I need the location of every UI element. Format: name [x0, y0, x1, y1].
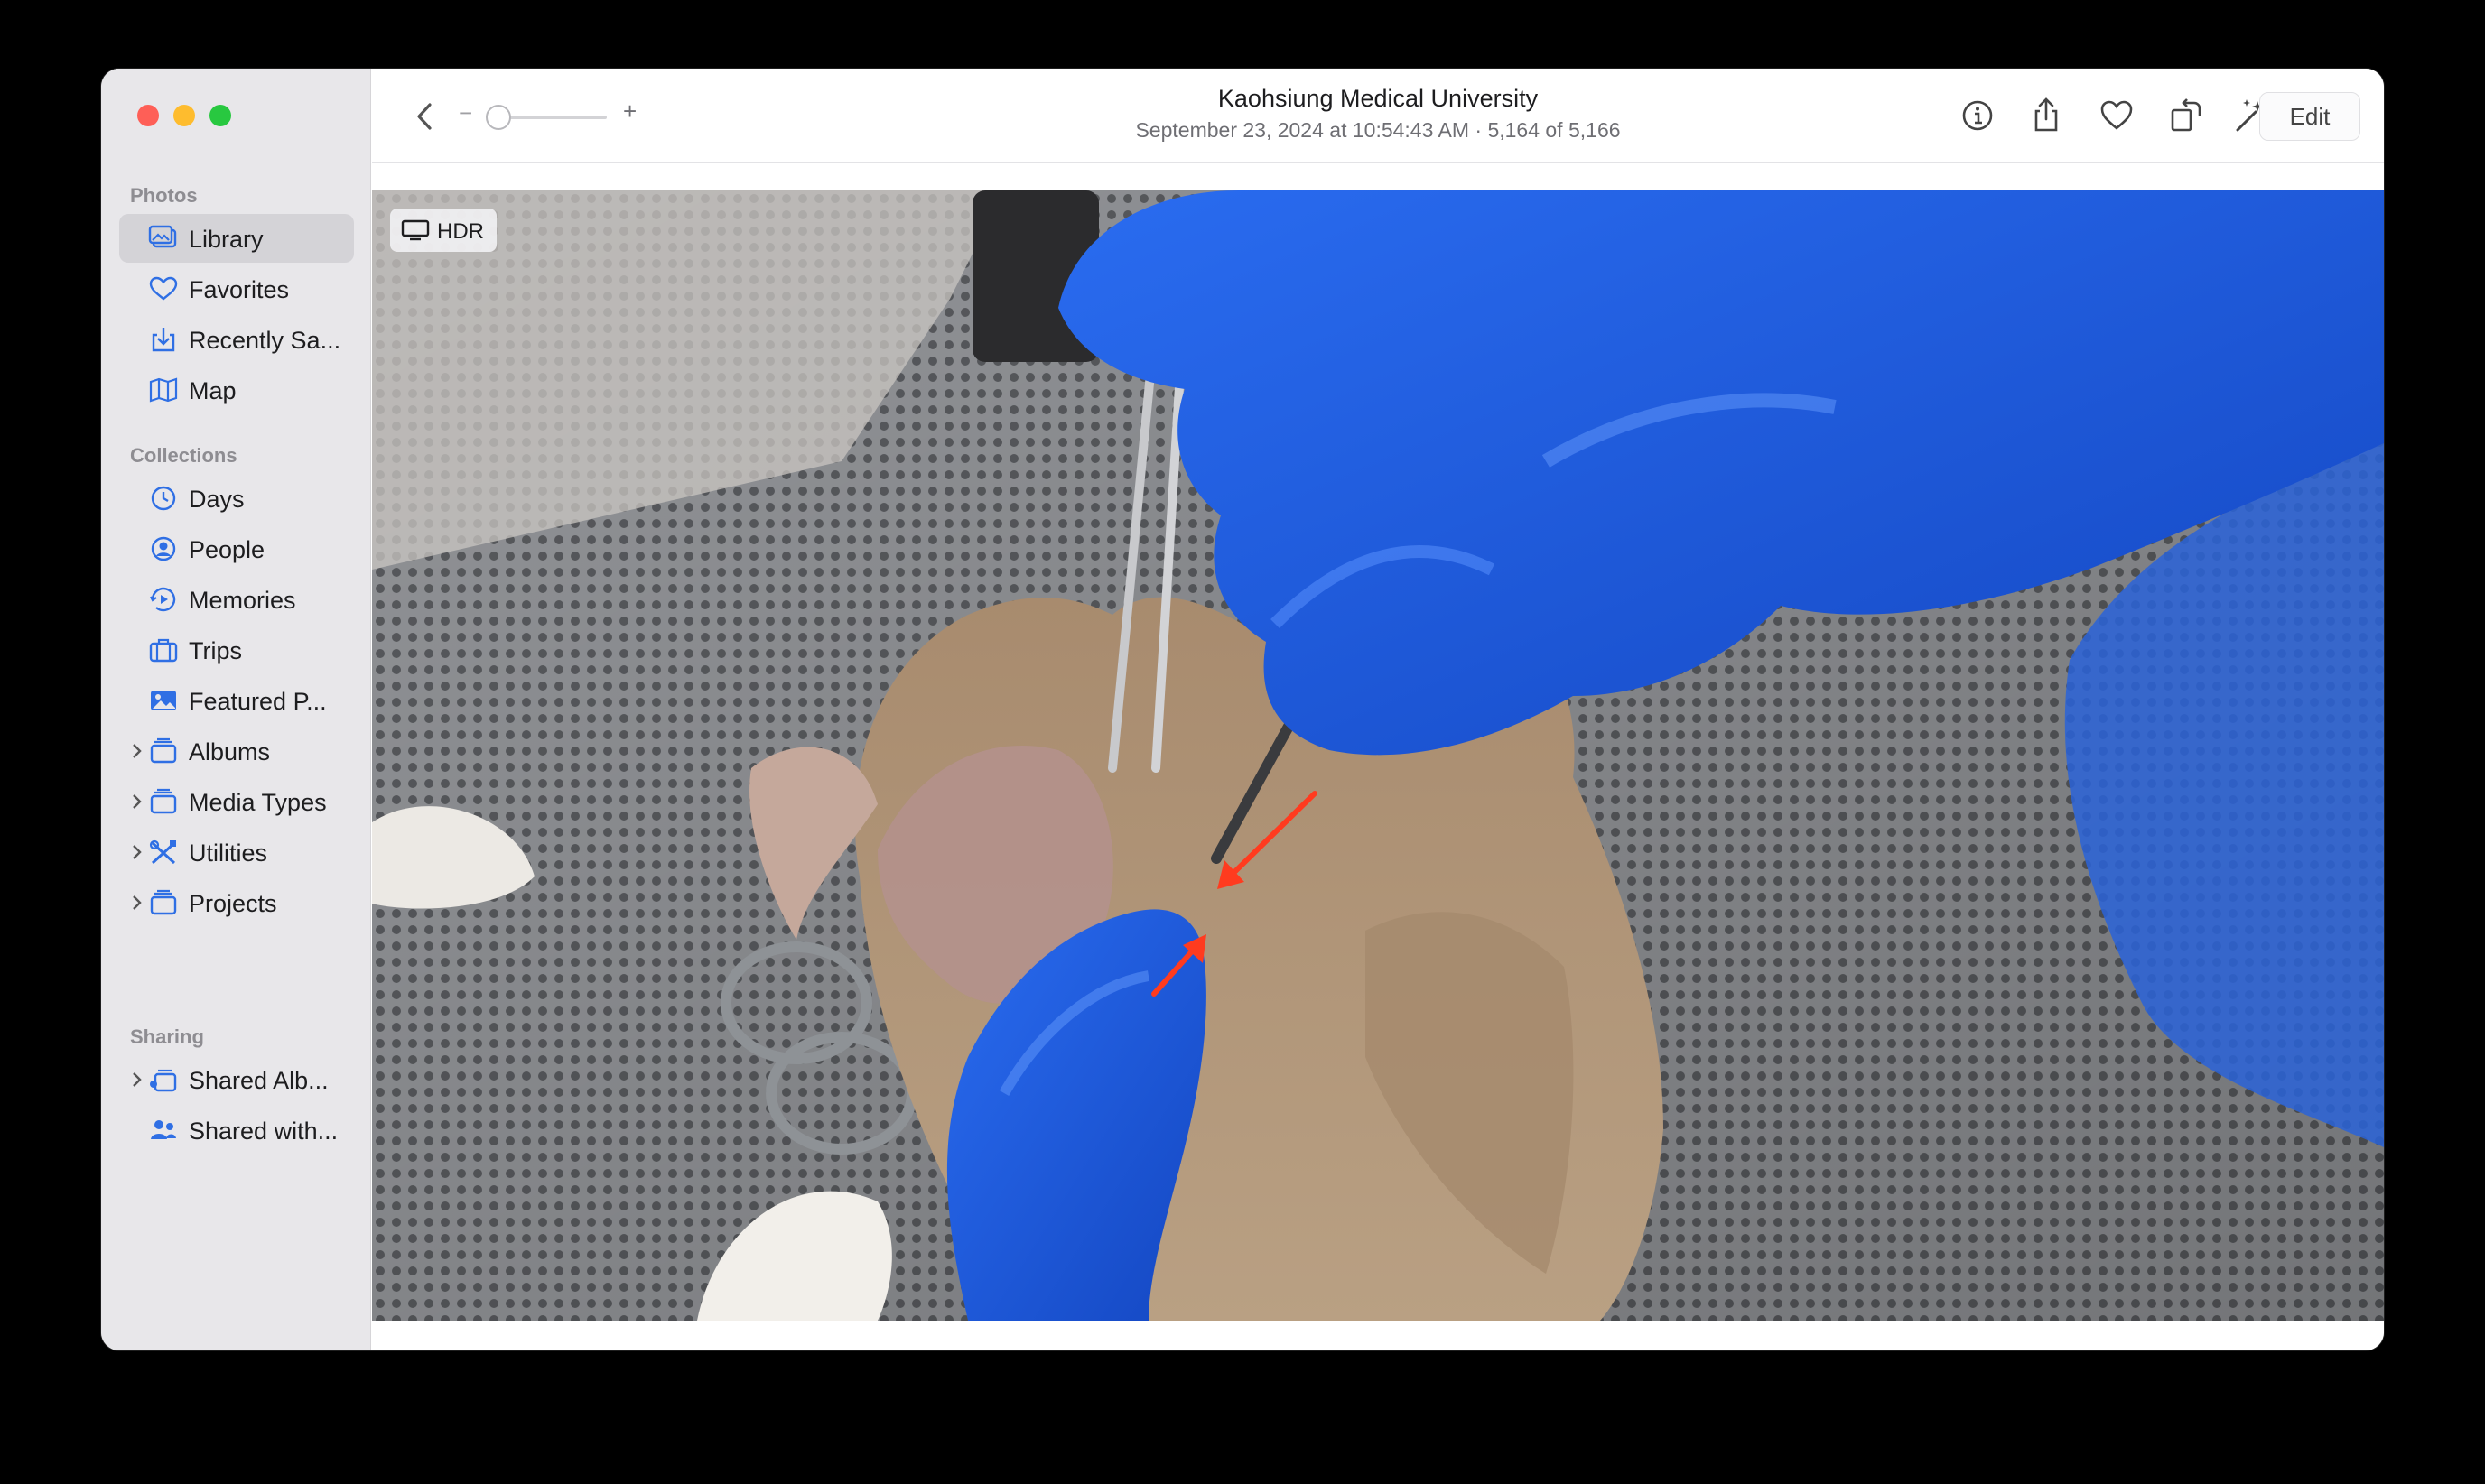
sidebar-item-label: Media Types: [189, 789, 327, 816]
sidebar-item-label: Map: [189, 377, 237, 404]
sidebar-item-label: Library: [189, 226, 264, 253]
sidebar-item-shared-albums[interactable]: Shared Alb...: [119, 1055, 354, 1104]
sidebar-item-label: Favorites: [189, 276, 290, 303]
sidebar-item-trips[interactable]: Trips: [119, 626, 354, 674]
shared-albums-icon: [150, 1069, 177, 1092]
chevron-right-icon[interactable]: [128, 741, 146, 761]
favorite-heart-icon[interactable]: [2097, 96, 2136, 135]
utilities-icon: [149, 839, 176, 865]
section-label-photos: Photos: [130, 184, 198, 207]
display-icon: [401, 219, 430, 241]
sidebar-item-label: Projects: [189, 890, 277, 917]
sidebar-item-label: People: [189, 536, 265, 563]
hdr-badge[interactable]: HDR: [390, 209, 497, 252]
window-controls: [137, 105, 231, 126]
sidebar-item-library[interactable]: Library: [119, 214, 354, 263]
share-icon[interactable]: [2026, 96, 2066, 135]
sidebar-item-label: Days: [189, 486, 245, 513]
edit-button[interactable]: Edit: [2259, 92, 2360, 141]
sidebar-item-recently-saved[interactable]: Recently Sa...: [119, 315, 354, 364]
memories-icon: [150, 587, 176, 612]
sidebar-item-map[interactable]: Map: [119, 366, 354, 414]
sidebar-item-favorites[interactable]: Favorites: [119, 264, 354, 313]
map-icon: [149, 377, 178, 403]
sidebar-item-media-types[interactable]: Media Types: [119, 777, 354, 826]
sidebar-item-label: Featured P...: [189, 688, 327, 715]
sidebar-item-label: Trips: [189, 637, 242, 664]
library-icon: [148, 225, 177, 248]
heart-icon: [149, 276, 178, 301]
dissection-photo-illustration: [372, 190, 2384, 1321]
chevron-right-icon[interactable]: [128, 1070, 146, 1090]
albums-icon: [150, 737, 177, 764]
zoom-window-button[interactable]: [209, 105, 231, 126]
suitcase-icon: [149, 638, 178, 663]
sidebar-item-people[interactable]: People: [119, 524, 354, 573]
clock-icon: [151, 486, 176, 511]
section-label-collections: Collections: [130, 444, 237, 467]
photo-image[interactable]: HDR: [372, 190, 2384, 1321]
close-window-button[interactable]: [137, 105, 159, 126]
sidebar-item-featured-photos[interactable]: Featured P...: [119, 676, 354, 725]
info-icon[interactable]: [1958, 96, 1997, 135]
recently-saved-icon: [152, 328, 175, 352]
sidebar-item-days[interactable]: Days: [119, 474, 354, 523]
sidebar-item-utilities[interactable]: Utilities: [119, 828, 354, 876]
chevron-right-icon[interactable]: [128, 792, 146, 812]
sidebar-item-projects[interactable]: Projects: [119, 878, 354, 927]
title-block: Kaohsiung Medical University September 2…: [372, 85, 2384, 143]
sidebar: Photos Library Favorites Recently Sa... …: [101, 69, 371, 1350]
zoom-slider-knob[interactable]: [486, 105, 511, 130]
sidebar-item-label: Shared Alb...: [189, 1067, 329, 1094]
sidebar-item-label: Shared with...: [189, 1118, 339, 1145]
zoom-out-button[interactable]: −: [459, 99, 472, 127]
section-label-sharing: Sharing: [130, 1025, 204, 1048]
sidebar-item-label: Memories: [189, 587, 296, 614]
sidebar-item-shared-with-you[interactable]: Shared with...: [119, 1106, 354, 1155]
projects-icon: [150, 889, 177, 915]
sidebar-item-memories[interactable]: Memories: [119, 575, 354, 624]
media-types-icon: [150, 788, 177, 814]
shared-with-you-icon: [151, 1120, 176, 1139]
back-chevron-icon[interactable]: [412, 99, 437, 134]
photo-viewer: HDR: [372, 162, 2384, 1350]
rotate-icon[interactable]: [2167, 96, 2207, 135]
sidebar-item-label: Utilities: [189, 839, 268, 867]
photo-icon: [151, 691, 176, 710]
toolbar: − + Kaohsiung Medical University Septemb…: [372, 69, 2384, 162]
photos-window: Photos Library Favorites Recently Sa... …: [101, 69, 2384, 1350]
photo-date-and-count: September 23, 2024 at 10:54:43 AM · 5,16…: [1135, 118, 1621, 142]
zoom-in-button[interactable]: +: [623, 97, 637, 125]
hdr-label: HDR: [437, 219, 484, 244]
sidebar-item-label: Recently Sa...: [189, 327, 341, 354]
sidebar-item-label: Albums: [189, 738, 271, 765]
chevron-right-icon[interactable]: [128, 893, 146, 913]
chevron-right-icon[interactable]: [128, 842, 146, 862]
minimize-window-button[interactable]: [173, 105, 195, 126]
person-circle-icon: [151, 536, 176, 561]
sidebar-item-albums[interactable]: Albums: [119, 727, 354, 775]
window-title: Kaohsiung Medical University: [1217, 85, 1539, 112]
